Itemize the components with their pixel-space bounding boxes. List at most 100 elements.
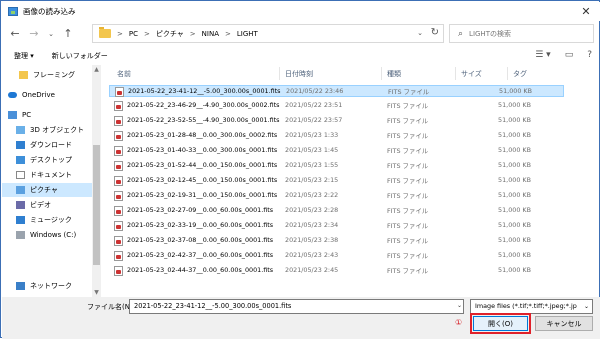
file-row[interactable]: 2021-05-23_01-52-44__0.00_150.00s_0001.f… <box>109 160 564 172</box>
file-type: FITS ファイル <box>387 222 429 230</box>
back-button[interactable]: ← <box>8 25 22 43</box>
scroll-down-icon[interactable]: ▼ <box>92 289 101 296</box>
file-row[interactable]: 2021-05-23_02-37-08__0.00_60.00s_0001.fi… <box>109 235 564 247</box>
fits-file-icon <box>114 131 123 141</box>
breadcrumb-nina[interactable]: NINA <box>202 30 219 38</box>
file-row[interactable]: 2021-05-23_02-19-31__0.00_150.00s_0001.f… <box>109 190 564 202</box>
sidebar-item-windows-c[interactable]: Windows (C:) <box>16 228 76 242</box>
sidebar-item-label: 3D オブジェクト <box>30 126 85 134</box>
fits-file-icon <box>114 236 123 246</box>
cancel-button[interactable]: キャンセル <box>535 316 593 331</box>
navigation-pane: フレーミング OneDrive PC 3D オブジェクト ダウンロード デスクト… <box>2 65 102 297</box>
chevron-down-icon[interactable]: ⌄ <box>457 302 462 309</box>
organize-menu[interactable]: 整理 ▾ <box>14 51 34 61</box>
up-folder-button[interactable]: ↑ <box>61 25 75 43</box>
file-date: 2021/05/23 1:45 <box>285 146 339 154</box>
file-name: 2021-05-23_01-40-33__0.00_300.00s_0001.f… <box>127 146 278 154</box>
file-date: 2021/05/23 1:33 <box>285 131 339 139</box>
image-app-icon <box>8 7 18 16</box>
file-size: 51,000 KB <box>498 161 531 169</box>
column-header-size[interactable]: サイズ <box>461 69 482 79</box>
column-divider[interactable] <box>507 67 508 80</box>
new-folder-button[interactable]: 新しいフォルダー <box>52 51 108 61</box>
fits-file-icon <box>114 101 123 111</box>
sidebar-item-pictures[interactable]: ピクチャ <box>2 183 92 197</box>
file-row[interactable]: 2021-05-23_01-28-48__0.00_300.00s_0002.f… <box>109 130 564 142</box>
sidebar-item-network[interactable]: ネットワーク <box>16 279 72 293</box>
sidebar-item-label: ドキュメント <box>30 171 72 179</box>
refresh-icon[interactable]: ↻ <box>431 27 439 38</box>
view-options-icon[interactable]: ☰ ▾ <box>535 50 550 60</box>
cube-icon <box>16 126 25 134</box>
file-type: FITS ファイル <box>388 88 430 96</box>
file-date: 2021/05/23 2:43 <box>285 251 339 259</box>
file-row[interactable]: 2021-05-22_23-46-29__-4.90_300.00s_0002.… <box>109 100 564 112</box>
sidebar-item-onedrive[interactable]: OneDrive <box>8 88 55 102</box>
sidebar-item-framing[interactable]: フレーミング <box>19 68 75 82</box>
column-header-name[interactable]: 名前 <box>117 69 131 79</box>
sidebar-item-3d-objects[interactable]: 3D オブジェクト <box>16 123 84 137</box>
file-type: FITS ファイル <box>387 207 429 215</box>
file-date: 2021/05/22 23:46 <box>286 87 344 95</box>
sidebar-item-downloads[interactable]: ダウンロード <box>16 138 72 152</box>
file-name: 2021-05-23_02-27-09__0.00_60.00s_0001.fi… <box>127 206 274 214</box>
breadcrumb-light[interactable]: LIGHT <box>237 30 258 38</box>
file-row[interactable]: 2021-05-22_23-41-12__-5.00_300.00s_0001.… <box>109 85 564 97</box>
breadcrumb-pc[interactable]: PC <box>129 30 138 38</box>
fits-file-icon <box>114 161 123 171</box>
file-row[interactable]: 2021-05-22_23-52-55__-4.90_300.00s_0001.… <box>109 115 564 127</box>
open-image-dialog: 画像の読み込み ✕ ← → ⌄ ↑ > PC > ピクチャ > NINA > L… <box>0 0 600 339</box>
drive-icon <box>16 231 25 239</box>
recent-locations-button[interactable]: ⌄ <box>44 25 58 43</box>
filename-label: ファイル名(N): <box>87 303 136 311</box>
open-button[interactable]: 開く(O) <box>473 316 528 331</box>
file-type-filter-select[interactable]: Image files (*.tif;*.tiff;*.jpeg;*.jp ⌄ <box>470 299 593 314</box>
sidebar-item-desktop[interactable]: デスクトップ <box>16 153 72 167</box>
help-icon[interactable]: ? <box>587 50 592 60</box>
file-name: 2021-05-23_02-12-45__0.00_150.00s_0001.f… <box>127 176 278 184</box>
file-size: 51,000 KB <box>498 206 531 214</box>
preview-pane-icon[interactable]: ▭ <box>565 50 574 60</box>
file-row[interactable]: 2021-05-23_02-33-19__0.00_60.00s_0001.fi… <box>109 220 564 232</box>
address-bar[interactable]: > PC > ピクチャ > NINA > LIGHT ⌄ ↻ <box>92 24 444 43</box>
sidebar-item-pc[interactable]: PC <box>8 108 31 122</box>
breadcrumb-pictures[interactable]: ピクチャ <box>156 29 184 39</box>
column-divider[interactable] <box>455 67 456 80</box>
file-row[interactable]: 2021-05-23_01-40-33__0.00_300.00s_0001.f… <box>109 145 564 157</box>
column-header-tag[interactable]: タグ <box>513 69 527 79</box>
file-name: 2021-05-23_02-33-19__0.00_60.00s_0001.fi… <box>127 221 274 229</box>
sidebar-item-videos[interactable]: ビデオ <box>16 198 51 212</box>
sidebar-item-label: ネットワーク <box>30 282 72 290</box>
file-name: 2021-05-23_02-44-37__0.00_60.00s_0001.fi… <box>127 266 274 274</box>
sidebar-item-documents[interactable]: ドキュメント <box>16 168 72 182</box>
column-divider[interactable] <box>279 67 280 80</box>
file-date: 2021/05/23 2:15 <box>285 176 339 184</box>
video-icon <box>16 201 25 209</box>
fits-file-icon <box>114 206 123 216</box>
chevron-down-icon[interactable]: ⌄ <box>417 29 423 37</box>
file-row[interactable]: 2021-05-23_02-44-37__0.00_60.00s_0001.fi… <box>109 265 564 277</box>
dialog-footer: ファイル名(N): 2021-05-22_23-41-12__-5.00_300… <box>2 297 600 339</box>
computer-icon <box>8 111 17 119</box>
file-row[interactable]: 2021-05-23_02-42-37__0.00_60.00s_0001.fi… <box>109 250 564 262</box>
navigation-scrollbar[interactable]: ▲ ▼ <box>92 65 101 297</box>
file-type: FITS ファイル <box>387 132 429 140</box>
filename-input[interactable]: 2021-05-22_23-41-12__-5.00_300.00s_0001.… <box>129 299 464 314</box>
chevron-down-icon: ⌄ <box>581 300 589 313</box>
sidebar-item-music[interactable]: ミュージック <box>16 213 72 227</box>
file-row[interactable]: 2021-05-23_02-27-09__0.00_60.00s_0001.fi… <box>109 205 564 217</box>
file-row[interactable]: 2021-05-23_02-12-45__0.00_150.00s_0001.f… <box>109 175 564 187</box>
network-icon <box>16 282 25 290</box>
navigation-bar: ← → ⌄ ↑ > PC > ピクチャ > NINA > LIGHT ⌄ ↻ ⌕… <box>2 21 600 46</box>
chevron-right-icon: > <box>189 29 196 38</box>
scroll-up-icon[interactable]: ▲ <box>92 66 101 73</box>
search-input[interactable]: ⌕ LIGHTの検索 <box>449 24 594 43</box>
scrollbar-thumb[interactable] <box>93 145 100 265</box>
column-divider[interactable] <box>381 67 382 80</box>
column-header-date[interactable]: 日付時刻 <box>285 69 313 79</box>
close-button[interactable]: ✕ <box>572 2 600 21</box>
file-date: 2021/05/23 2:22 <box>285 191 339 199</box>
column-header-type[interactable]: 種類 <box>387 69 401 79</box>
forward-button[interactable]: → <box>27 25 41 43</box>
sidebar-item-label: ミュージック <box>30 216 72 224</box>
